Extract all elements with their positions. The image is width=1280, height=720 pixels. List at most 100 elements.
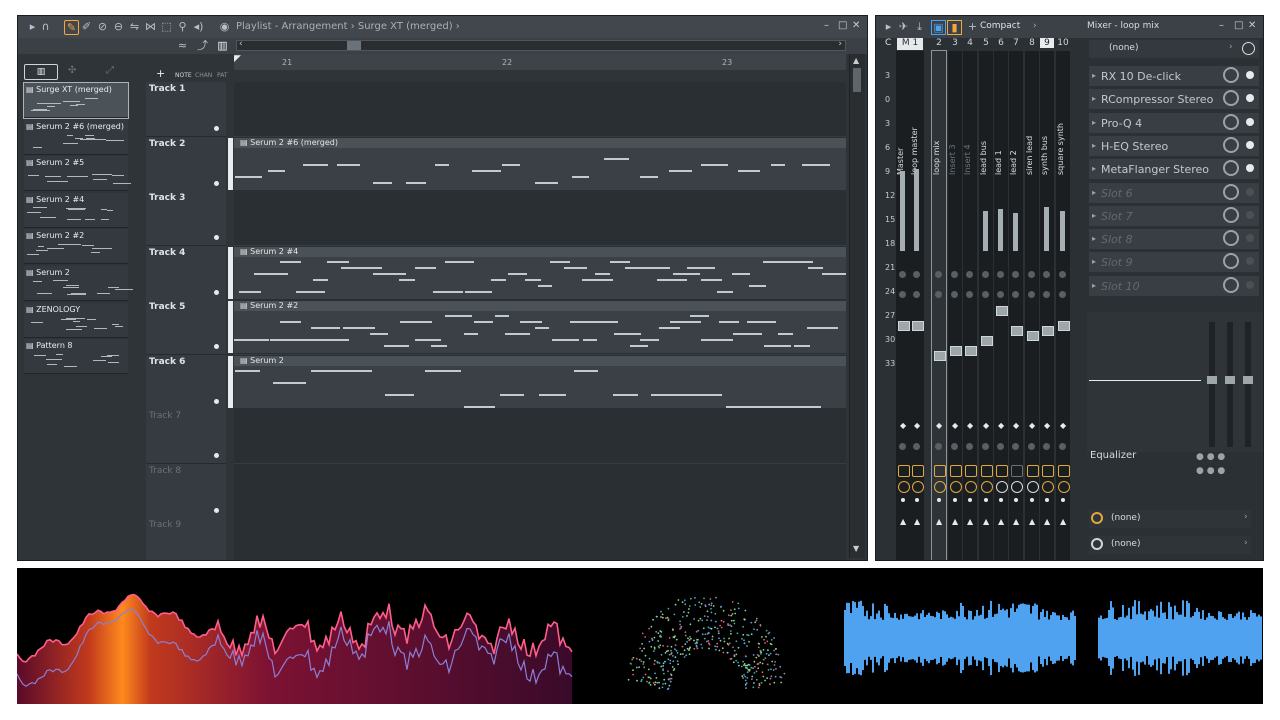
pan-arrows-icon[interactable]: ◆ (914, 421, 920, 430)
volume-fader[interactable] (1042, 326, 1054, 336)
strip-knob[interactable] (982, 291, 989, 298)
volume-fader[interactable] (1027, 331, 1039, 341)
menu-arrow-icon[interactable]: ▸ (26, 20, 39, 33)
note-label[interactable]: NOTE (175, 72, 192, 79)
effect-slot[interactable]: ▸ Pro-Q 4 (1089, 112, 1259, 134)
pan-arrows-icon[interactable]: ◆ (967, 421, 973, 430)
route-button[interactable] (981, 465, 993, 477)
send-button[interactable] (934, 481, 946, 493)
mixer-strip[interactable]: 10 square synth ◆ ▲ (1056, 38, 1070, 560)
route-up-icon[interactable]: ▲ (1044, 517, 1050, 526)
track-lane[interactable] (234, 82, 846, 137)
pan-arrows-icon[interactable]: ◆ (998, 421, 1004, 430)
paint-tool-icon[interactable]: ✐ (80, 20, 93, 33)
input-arrow-icon[interactable]: › (1244, 512, 1248, 522)
mixer-strip[interactable]: 7 lead 2 ◆ ▲ (1009, 38, 1023, 560)
picker-item[interactable]: Surge XT (merged) (23, 82, 129, 119)
eq-knob-icon[interactable]: ● ● ● (1196, 452, 1225, 462)
input-selector[interactable]: (none) › (1089, 510, 1251, 528)
slot-mix-knob[interactable] (1223, 113, 1239, 130)
track-lane[interactable]: Serum 2 #4 (228, 245, 846, 301)
track-mute-dot[interactable] (214, 126, 219, 131)
strip-knob[interactable] (1012, 271, 1019, 278)
strip-number[interactable]: 5 (979, 38, 993, 48)
add-track-icon[interactable]: + (156, 67, 165, 80)
master-m-label[interactable]: M 1 (897, 38, 923, 50)
strip-knob[interactable] (1012, 291, 1019, 298)
waveform-icon[interactable]: ≈ (176, 39, 189, 52)
slot-mix-knob[interactable] (1223, 136, 1239, 153)
track-lane[interactable] (234, 409, 846, 464)
slot-enable-led[interactable] (1246, 280, 1254, 289)
route-button[interactable] (898, 465, 910, 477)
add-insert-icon[interactable]: + (966, 20, 979, 33)
route-up-icon[interactable]: ▲ (967, 517, 973, 526)
volume-fader[interactable] (898, 321, 910, 331)
scroll-left-icon[interactable]: ‹ (239, 39, 243, 49)
strip-knob[interactable] (982, 271, 989, 278)
track-header[interactable]: Track 8 (146, 463, 226, 519)
preset-arrow-icon[interactable]: › (1229, 42, 1233, 52)
track-mute-dot[interactable] (214, 507, 219, 513)
track-header[interactable]: Track 7 (146, 409, 226, 464)
volume-fader[interactable] (934, 351, 946, 361)
volume-fader[interactable] (965, 346, 977, 356)
track-mute-dot[interactable] (214, 453, 219, 458)
picker-piano-tab[interactable]: ▥ (24, 64, 58, 80)
track-header[interactable]: Track 1 (146, 82, 226, 137)
route-up-icon[interactable]: ▲ (900, 517, 906, 526)
track-header[interactable]: Track 9 (146, 518, 226, 560)
stereo-knob[interactable] (935, 443, 942, 450)
mixer-strip[interactable]: 4 Insert 4 ◆ ▲ (963, 38, 977, 560)
strip-knob[interactable] (1059, 291, 1066, 298)
slot-arrow-icon[interactable]: ▸ (1092, 281, 1096, 290)
send-button[interactable] (1011, 481, 1023, 493)
track-header[interactable]: Track 3 (146, 191, 226, 246)
strip-knob[interactable] (1043, 271, 1050, 278)
pan-arrows-icon[interactable]: ◆ (1029, 421, 1035, 430)
eq-knob-icon[interactable]: ● ● ● (1196, 466, 1225, 476)
slot-arrow-icon[interactable]: ▸ (1092, 211, 1096, 220)
slot-enable-led[interactable] (1246, 187, 1254, 196)
route-button[interactable] (996, 465, 1008, 477)
piano-icon[interactable]: ▥ (216, 39, 229, 52)
select-tool-icon[interactable]: ⬚ (160, 20, 173, 33)
strip-dot[interactable] (937, 498, 941, 502)
track-header[interactable]: Track 2 (146, 136, 226, 192)
strip-knob[interactable] (1028, 271, 1035, 278)
maximize-icon[interactable]: □ (838, 20, 847, 31)
stereo-knob[interactable] (1043, 443, 1050, 450)
slot-enable-led[interactable] (1246, 257, 1254, 266)
picker-item[interactable]: Serum 2 (24, 266, 133, 301)
send-button[interactable] (1027, 481, 1039, 493)
slot-arrow-icon[interactable]: ▸ (1092, 141, 1096, 150)
slot-enable-led[interactable] (1246, 210, 1254, 219)
pan-arrows-icon[interactable]: ◆ (1060, 421, 1066, 430)
mixer-strip[interactable]: 2 loop mix ◆ ▲ (931, 38, 947, 560)
stereo-knob[interactable] (899, 443, 906, 450)
strip-number[interactable]: 7 (1009, 38, 1023, 48)
slot-arrow-icon[interactable]: ▸ (1092, 71, 1096, 80)
slot-enable-led[interactable] (1246, 234, 1254, 243)
strip-knob[interactable] (899, 271, 906, 278)
mixer-strip[interactable]: 6 lead 1 ◆ ▲ (994, 38, 1008, 560)
route-up-icon[interactable]: ▲ (1060, 517, 1066, 526)
strip-knob[interactable] (997, 271, 1004, 278)
stereo-knob[interactable] (982, 443, 989, 450)
send-button[interactable] (996, 481, 1008, 493)
effect-slot[interactable]: ▸ Slot 10 (1089, 275, 1259, 297)
send-button[interactable] (965, 481, 977, 493)
strip-number[interactable]: 2 (932, 38, 946, 48)
magnet-icon[interactable]: ∩ (39, 20, 52, 33)
strip-knob[interactable] (1059, 271, 1066, 278)
menu-arrow-icon[interactable]: ▸ (882, 20, 895, 33)
slot-enable-led[interactable] (1246, 117, 1254, 126)
effect-slot[interactable]: ▸ RX 10 De-click (1089, 66, 1259, 87)
slot-mix-knob[interactable] (1223, 183, 1239, 200)
close-icon[interactable]: ✕ (852, 20, 860, 31)
view-mode[interactable]: Compact (980, 21, 1020, 31)
clip-edge[interactable] (228, 246, 233, 299)
pan-arrows-icon[interactable]: ◆ (900, 421, 906, 430)
strip-dot[interactable] (1014, 498, 1018, 502)
slot-enable-led[interactable] (1246, 140, 1254, 149)
